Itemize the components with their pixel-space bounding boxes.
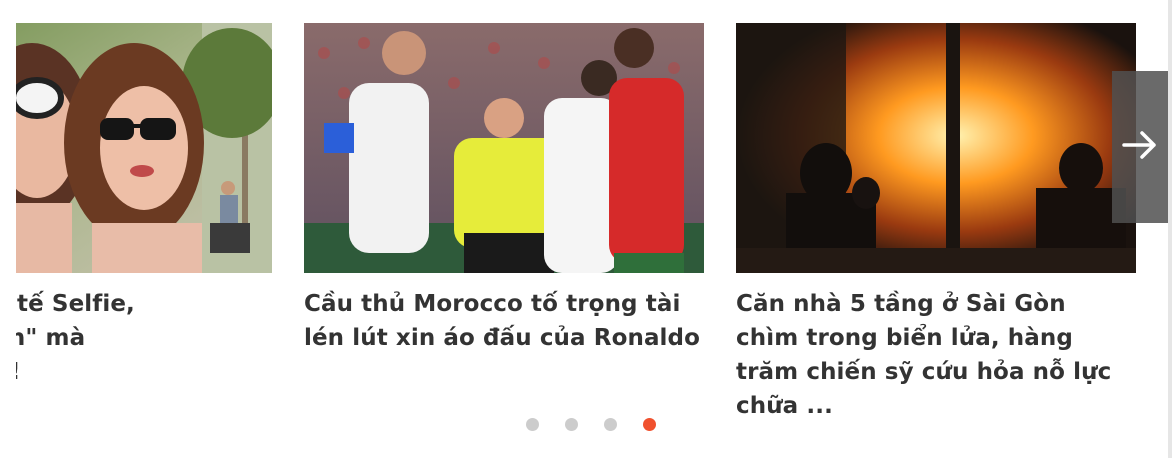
carousel-slide[interactable]: ngày Quốc tế Selfie, nh "lừa tình" mà nh… bbox=[0, 23, 272, 389]
scrollbar-track bbox=[1168, 0, 1172, 458]
slide-title[interactable]: Cầu thủ Morocco tố trọng tài lén lút xin… bbox=[304, 287, 704, 355]
pagination-dot[interactable] bbox=[526, 418, 539, 431]
selfie-photo bbox=[0, 23, 272, 273]
pagination-dots bbox=[526, 418, 656, 431]
slide-title[interactable]: Căn nhà 5 tầng ở Sài Gòn chìm trong biển… bbox=[736, 287, 1136, 423]
slide-image-football[interactable] bbox=[304, 23, 704, 273]
news-carousel: ngày Quốc tế Selfie, nh "lừa tình" mà nh… bbox=[0, 0, 1172, 458]
slide-image-fire[interactable] bbox=[736, 23, 1136, 273]
slide-image-selfie[interactable] bbox=[0, 23, 272, 273]
slide-title[interactable]: ngày Quốc tế Selfie, nh "lừa tình" mà nh… bbox=[0, 287, 272, 389]
pagination-dot[interactable] bbox=[643, 418, 656, 431]
slide-title-line: nh "lừa tình" mà bbox=[0, 325, 86, 351]
pagination-dot[interactable] bbox=[604, 418, 617, 431]
pagination-dot[interactable] bbox=[565, 418, 578, 431]
football-photo bbox=[304, 23, 704, 273]
carousel-slide[interactable]: Căn nhà 5 tầng ở Sài Gòn chìm trong biển… bbox=[736, 23, 1136, 423]
fire-photo bbox=[736, 23, 1136, 273]
arrow-right-icon bbox=[1120, 125, 1160, 169]
slide-title-line: ngày Quốc tế Selfie, bbox=[0, 291, 135, 317]
next-slide-button[interactable] bbox=[1112, 71, 1168, 223]
carousel-slide[interactable]: Cầu thủ Morocco tố trọng tài lén lút xin… bbox=[304, 23, 704, 355]
slide-title-line: nh giá nhé! bbox=[0, 355, 272, 389]
carousel-left-edge bbox=[0, 0, 16, 458]
